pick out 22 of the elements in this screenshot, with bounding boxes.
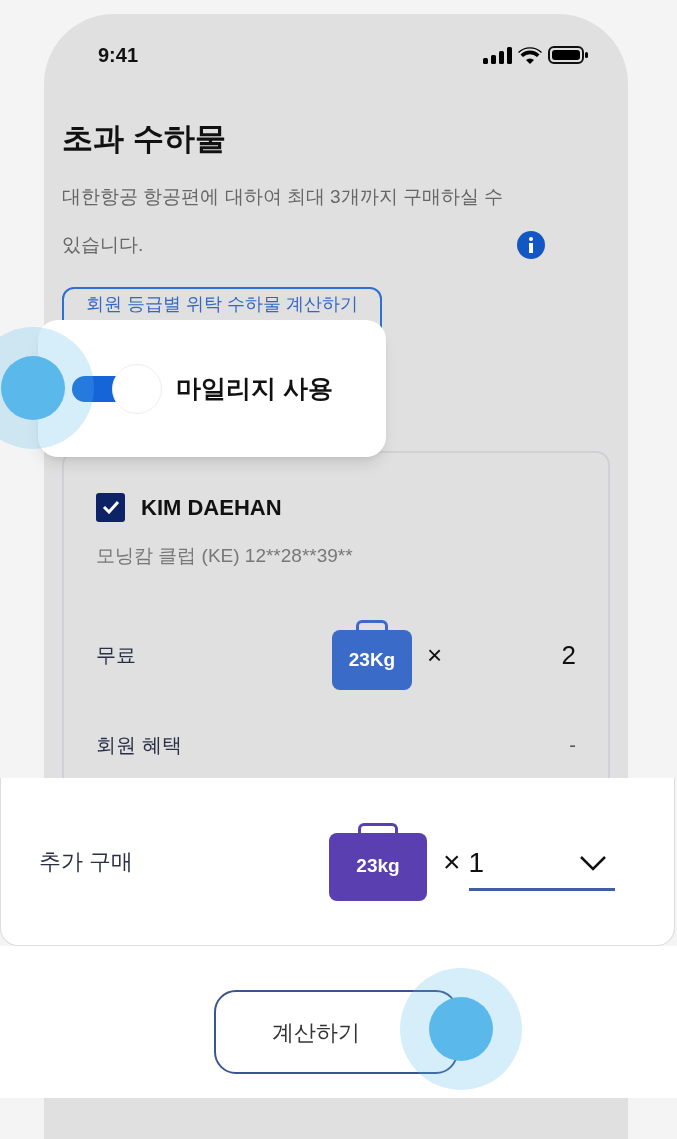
calculate-button[interactable]: 계산하기: [214, 990, 458, 1074]
info-icon: [516, 229, 546, 260]
description: 대한항공 항공편에 대하여 최대 3개까지 구매하실 수 있습니다.: [62, 184, 505, 257]
page-title: 초과 수하물: [62, 120, 227, 158]
purchase-label: 추가 구매: [39, 848, 135, 876]
toggle-label: 마일리지 사용: [176, 372, 333, 404]
signal-icon: [482, 46, 512, 64]
quantity-select[interactable]: 1: [468, 832, 615, 891]
times-sign: ×: [443, 844, 461, 880]
row-value: 2: [561, 638, 576, 672]
row-label: 회원 혜택: [96, 733, 182, 758]
chevron-down-icon: [578, 855, 607, 871]
row-value: -: [569, 733, 576, 758]
row-label: 무료: [96, 643, 137, 668]
passenger-name: KIM DAEHAN: [141, 493, 282, 522]
check-icon: [101, 500, 120, 514]
battery-icon: [548, 46, 588, 64]
membership-info: 모닝캄 클럽 (KE) 12**28**39**: [96, 543, 354, 568]
wifi-icon: [518, 46, 542, 64]
checkbox[interactable]: [96, 492, 125, 522]
times-sign: ×: [427, 638, 443, 672]
status-time: 9:41: [98, 43, 139, 68]
